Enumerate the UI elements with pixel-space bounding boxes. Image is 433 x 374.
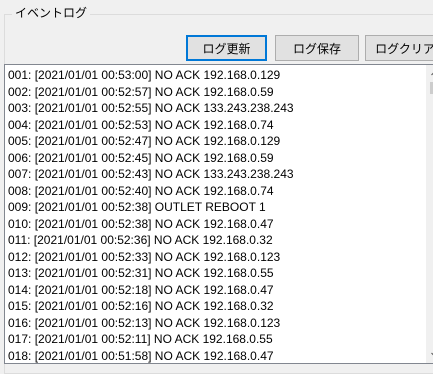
vertical-scrollbar[interactable] xyxy=(426,65,433,363)
log-entry[interactable]: 018: [2021/01/01 00:51:58] NO ACK 192.16… xyxy=(8,348,427,364)
log-entry[interactable]: 013: [2021/01/01 00:52:31] NO ACK 192.16… xyxy=(8,265,427,282)
log-save-button[interactable]: ログ保存 xyxy=(275,35,359,61)
log-entry[interactable]: 011: [2021/01/01 00:52:36] NO ACK 192.16… xyxy=(8,232,427,249)
log-update-button[interactable]: ログ更新 xyxy=(186,35,267,61)
log-entry[interactable]: 012: [2021/01/01 00:52:33] NO ACK 192.16… xyxy=(8,249,427,266)
log-entry[interactable]: 014: [2021/01/01 00:52:18] NO ACK 192.16… xyxy=(8,282,427,299)
log-entry[interactable]: 015: [2021/01/01 00:52:16] NO ACK 192.16… xyxy=(8,298,427,315)
event-log-group-title: イベントログ xyxy=(12,6,91,20)
log-entry[interactable]: 017: [2021/01/01 00:52:11] NO ACK 192.16… xyxy=(8,331,427,348)
log-entry[interactable]: 008: [2021/01/01 00:52:40] NO ACK 192.16… xyxy=(8,183,427,200)
log-entry[interactable]: 002: [2021/01/01 00:52:57] NO ACK 192.16… xyxy=(8,84,427,101)
event-log-list[interactable]: 001: [2021/01/01 00:53:00] NO ACK 192.16… xyxy=(4,64,433,364)
log-entry[interactable]: 016: [2021/01/01 00:52:13] NO ACK 192.16… xyxy=(8,315,427,332)
log-clear-button[interactable]: ログクリア xyxy=(365,35,433,61)
log-entry[interactable]: 001: [2021/01/01 00:53:00] NO ACK 192.16… xyxy=(8,67,427,84)
log-entry[interactable]: 007: [2021/01/01 00:52:43] NO ACK 133.24… xyxy=(8,166,427,183)
log-entry[interactable]: 005: [2021/01/01 00:52:47] NO ACK 192.16… xyxy=(8,133,427,150)
log-entry[interactable]: 006: [2021/01/01 00:52:45] NO ACK 192.16… xyxy=(8,150,427,167)
log-entry[interactable]: 003: [2021/01/01 00:52:55] NO ACK 133.24… xyxy=(8,100,427,117)
log-entry[interactable]: 004: [2021/01/01 00:52:53] NO ACK 192.16… xyxy=(8,117,427,134)
chevron-up-icon[interactable] xyxy=(427,65,433,81)
log-entry[interactable]: 010: [2021/01/01 00:52:38] NO ACK 192.16… xyxy=(8,216,427,233)
event-log-items: 001: [2021/01/01 00:53:00] NO ACK 192.16… xyxy=(8,67,427,364)
log-entry[interactable]: 009: [2021/01/01 00:52:38] OUTLET REBOOT… xyxy=(8,199,427,216)
